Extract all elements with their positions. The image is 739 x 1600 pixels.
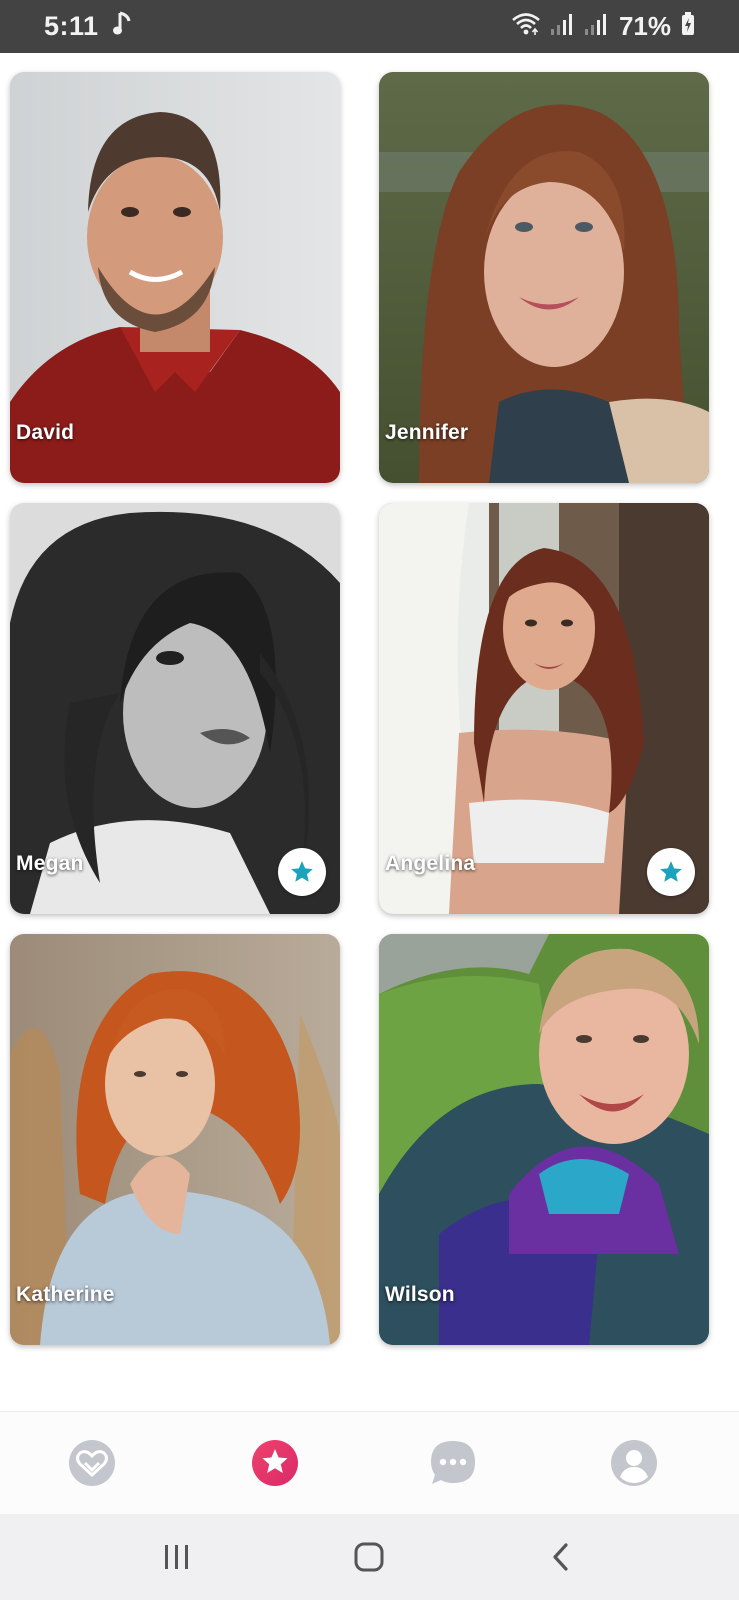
wifi-icon [511, 12, 541, 41]
profile-name: Megan [16, 852, 84, 875]
nav-favorites[interactable] [250, 1438, 300, 1488]
profile-card-wilson[interactable]: Wilson [379, 934, 709, 1345]
chat-bubble-icon [431, 1441, 475, 1484]
profile-name: Jennifer [385, 421, 469, 444]
profile-card-megan[interactable]: Megan [10, 503, 340, 914]
signal-icon [550, 13, 575, 40]
profile-name: Katherine [16, 1283, 115, 1306]
profile-grid: David Jennifer Megan Angelina Katherine … [10, 72, 710, 1345]
back-button[interactable] [538, 1534, 584, 1580]
status-right: 71% [511, 11, 695, 42]
featured-badge [647, 848, 695, 896]
back-icon [553, 1543, 568, 1571]
nav-messages[interactable] [428, 1438, 478, 1488]
system-nav-bar [0, 1514, 739, 1600]
profile-card-david[interactable]: David [10, 72, 340, 483]
profile-name: Wilson [385, 1283, 455, 1306]
recent-apps-button[interactable] [154, 1534, 200, 1580]
profile-card-angelina[interactable]: Angelina [379, 503, 709, 914]
profile-name: Angelina [385, 852, 476, 875]
profile-icon [611, 1440, 657, 1486]
star-icon [660, 861, 682, 882]
recent-apps-icon [165, 1545, 188, 1569]
status-time: 5:11 [44, 11, 99, 41]
nav-matches[interactable] [67, 1438, 117, 1488]
battery-charging-icon [681, 12, 695, 41]
status-left: 5:11 [44, 11, 131, 42]
profile-card-katherine[interactable]: Katherine [10, 934, 340, 1345]
status-bar: 5:11 71% [0, 0, 739, 53]
signal-icon [584, 13, 609, 40]
star-icon [252, 1440, 298, 1486]
home-button[interactable] [346, 1534, 392, 1580]
battery-percent: 71% [618, 11, 671, 41]
heart-match-icon [69, 1440, 115, 1486]
home-icon [354, 1542, 384, 1572]
profile-card-jennifer[interactable]: Jennifer [379, 72, 709, 483]
bottom-nav [0, 1411, 739, 1514]
nav-profile[interactable] [609, 1438, 659, 1488]
star-icon [291, 861, 313, 882]
music-note-icon [112, 11, 131, 42]
featured-badge [278, 848, 326, 896]
profile-name: David [16, 421, 75, 444]
